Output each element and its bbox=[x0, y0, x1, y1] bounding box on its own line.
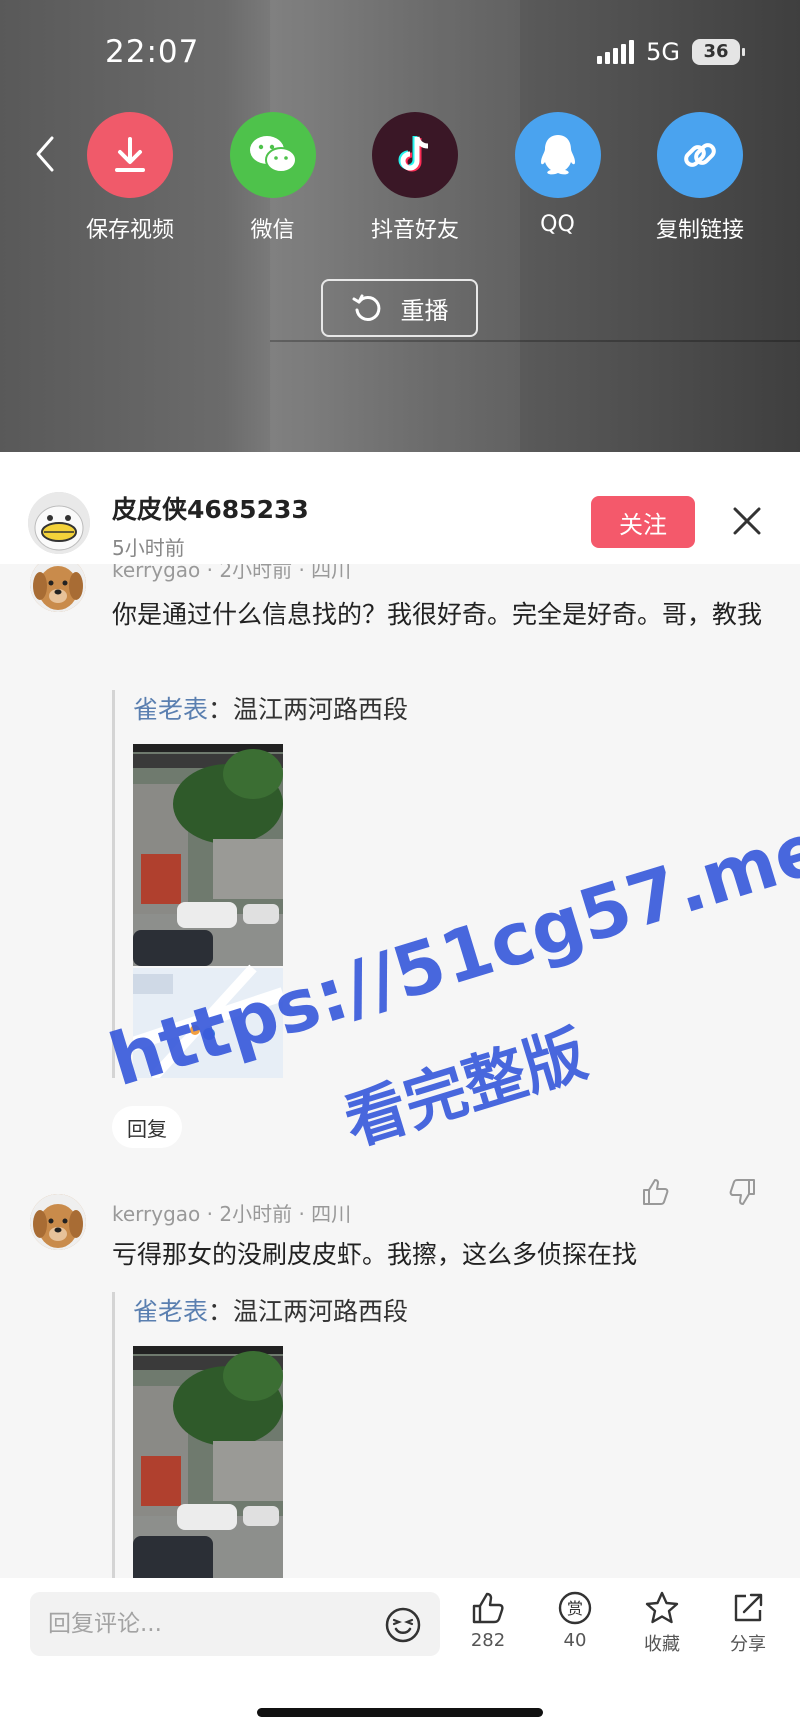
back-chevron-icon[interactable] bbox=[32, 134, 58, 174]
douyin-icon[interactable] bbox=[372, 112, 458, 198]
quoted-comment[interactable]: 雀老表：温江两河路西段 bbox=[112, 1292, 408, 1578]
share-wechat[interactable]: 微信 bbox=[213, 112, 333, 244]
favorite-action[interactable]: 收藏 bbox=[627, 1590, 697, 1656]
quote-text: ：温江两河路西段 bbox=[208, 695, 409, 724]
replay-label: 重播 bbox=[400, 296, 449, 325]
author-avatar[interactable] bbox=[28, 492, 90, 554]
battery-icon: 36 bbox=[692, 39, 745, 65]
like-action[interactable]: 282 bbox=[453, 1590, 523, 1651]
share-qq[interactable]: QQ bbox=[498, 112, 618, 244]
comment-meta: kerrygao · 2小时前 · 四川 bbox=[112, 1202, 352, 1226]
reward-count: 40 bbox=[563, 1630, 587, 1651]
reply-comment-input[interactable] bbox=[30, 1592, 440, 1656]
share-icon bbox=[734, 1593, 763, 1622]
author-bar: 皮皮侠4685233 5小时前 关注 bbox=[0, 452, 800, 564]
quote-text: ：温江两河路西段 bbox=[208, 1297, 409, 1326]
dislike-icon[interactable] bbox=[726, 1176, 758, 1208]
share-label: 抖音好友 bbox=[370, 218, 459, 243]
reward-glyph: 赏 bbox=[567, 1599, 583, 1618]
signal-icon bbox=[597, 40, 635, 64]
share-label: 微信 bbox=[250, 218, 295, 243]
home-indicator bbox=[257, 1708, 543, 1717]
quoted-comment[interactable]: 雀老表：温江两河路西段 bbox=[112, 690, 408, 1078]
wechat-icon[interactable] bbox=[229, 112, 316, 198]
favorite-label: 收藏 bbox=[644, 1634, 680, 1655]
network-type: 5G bbox=[646, 38, 680, 66]
comment-text[interactable]: 你是通过什么信息找的？我很好奇。完全是好奇。哥，教我 bbox=[112, 594, 772, 636]
download-icon[interactable] bbox=[87, 112, 173, 198]
quote-user[interactable]: 雀老表 bbox=[133, 695, 208, 724]
link-icon[interactable] bbox=[657, 112, 743, 198]
quote-user[interactable]: 雀老表 bbox=[133, 1297, 208, 1326]
like-icon[interactable] bbox=[640, 1176, 672, 1208]
thumbs-up-icon bbox=[472, 1592, 504, 1624]
author-post-time: 5小时前 bbox=[112, 536, 185, 560]
reply-button[interactable]: 回复 bbox=[112, 1106, 182, 1148]
comment-meta: kerrygao · 2小时前 · 四川 bbox=[112, 564, 352, 582]
emoji-icon[interactable] bbox=[384, 1606, 422, 1644]
quote-image[interactable] bbox=[133, 1346, 283, 1578]
reward-icon: 赏 bbox=[558, 1591, 592, 1625]
share-label: 保存视频 bbox=[85, 218, 174, 243]
share-save-video[interactable]: 保存视频 bbox=[70, 112, 190, 244]
share-label: QQ bbox=[540, 212, 575, 237]
quote-line: 雀老表：温江两河路西段 bbox=[133, 690, 408, 726]
share-label: 分享 bbox=[730, 1634, 766, 1655]
replay-icon bbox=[352, 294, 380, 321]
close-icon[interactable] bbox=[732, 506, 762, 536]
commenter-avatar[interactable] bbox=[30, 1194, 86, 1250]
comment-list[interactable]: kerrygao · 2小时前 · 四川 你是通过什么信息找的？我很好奇。完全是… bbox=[0, 564, 800, 1578]
replay-button[interactable]: 重播 bbox=[321, 279, 478, 337]
share-copy-link[interactable]: 复制链接 bbox=[640, 112, 760, 244]
quote-line: 雀老表：温江两河路西段 bbox=[133, 1292, 408, 1328]
qq-icon[interactable] bbox=[514, 112, 601, 198]
share-action[interactable]: 分享 bbox=[713, 1590, 783, 1656]
author-name[interactable]: 皮皮侠4685233 bbox=[112, 490, 309, 526]
share-douyin-friend[interactable]: 抖音好友 bbox=[355, 112, 475, 244]
follow-button[interactable]: 关注 bbox=[591, 496, 695, 548]
commenter-avatar[interactable] bbox=[30, 564, 86, 612]
status-time: 22:07 bbox=[105, 34, 200, 70]
video-background-detail bbox=[270, 340, 800, 342]
like-count: 282 bbox=[470, 1630, 506, 1651]
star-icon bbox=[645, 1591, 679, 1624]
status-bar-right: 5G 36 bbox=[597, 38, 745, 66]
share-label: 复制链接 bbox=[655, 218, 744, 243]
reward-action[interactable]: 赏 40 bbox=[540, 1590, 610, 1651]
bottom-action-bar: 282 赏 40 收藏 分享 bbox=[0, 1578, 800, 1733]
video-share-overlay: 22:07 5G 36 保存视频 微信 抖音好友 QQ 复制链接 重播 bbox=[0, 0, 800, 452]
comment-text[interactable]: 亏得那女的没刷皮皮虾。我擦，这么多侦探在找 bbox=[112, 1234, 772, 1276]
share-options: 保存视频 微信 抖音好友 QQ 复制链接 bbox=[70, 112, 760, 244]
quote-image[interactable] bbox=[133, 744, 283, 1078]
